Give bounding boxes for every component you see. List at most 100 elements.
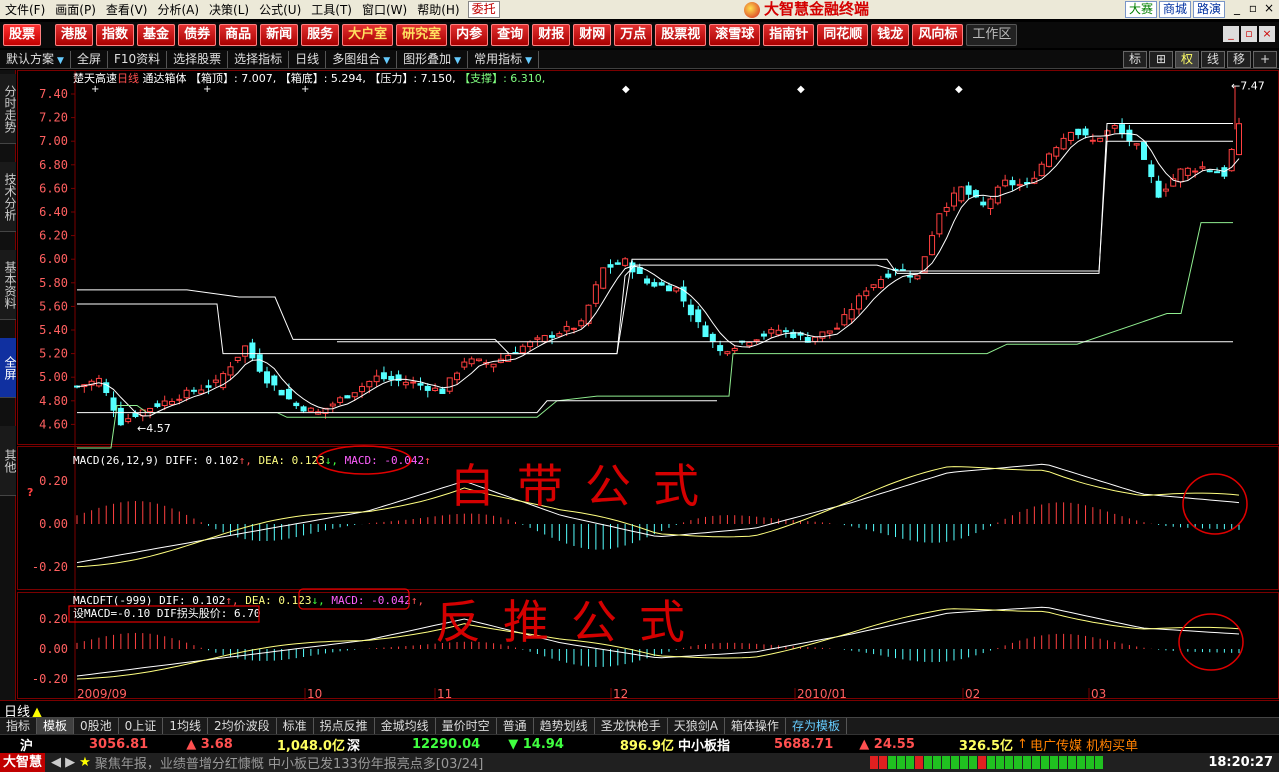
sme-label[interactable]: 中小板指	[678, 735, 730, 754]
toolbar-button-5[interactable]: 商品	[219, 24, 258, 46]
candle-body	[95, 377, 102, 387]
toolbar-button-4[interactable]: 债券	[178, 24, 217, 46]
bottom-tab-9[interactable]: 量价时空	[436, 718, 497, 734]
bottom-tab-14[interactable]: 箱体操作	[725, 718, 786, 734]
bottom-tab-0[interactable]: 指标	[0, 718, 38, 734]
bottom-tab-2[interactable]: 0股池	[74, 718, 119, 734]
toolbar-button-0[interactable]: 股票	[3, 24, 42, 46]
bottom-tab-6[interactable]: 标准	[277, 718, 314, 734]
top-link-0[interactable]: 大赛	[1124, 1, 1157, 18]
chart-area[interactable]: 7.40 7.20 7.00 6.80 6.60 6.40 6.20 6.00 5.80 5.60…	[17, 70, 1279, 700]
minimize-icon[interactable]: _	[1223, 26, 1239, 42]
signal-dot-icon: +	[91, 84, 99, 95]
left-tab-3[interactable]: 全屏	[0, 338, 17, 398]
subbar-right-button-0[interactable]: 标	[1123, 51, 1147, 68]
legend-value: : 7.007,	[234, 72, 276, 85]
bottom-tab-8[interactable]: 金城均线	[375, 718, 436, 734]
maximize-icon[interactable]: ▫	[1245, 1, 1261, 17]
sh-label[interactable]: 沪	[20, 735, 33, 754]
toolbar-button-16[interactable]: 滚雪球	[709, 24, 761, 46]
toolbar-button-15[interactable]: 股票视	[655, 24, 707, 46]
period-bar: 日线 ▲	[0, 700, 1279, 720]
candle-body	[950, 192, 957, 207]
subbar-right-button-3[interactable]: 线	[1201, 51, 1225, 68]
bottom-tab-11[interactable]: 趋势划线	[534, 718, 595, 734]
entrust-button[interactable]: 委托	[467, 1, 500, 18]
candle-body	[1126, 129, 1133, 142]
menu-item-4[interactable]: 决策(L)	[204, 1, 254, 18]
toolbar-button-6[interactable]: 新闻	[260, 24, 299, 46]
toolbar-button-8[interactable]: 大户室	[342, 24, 394, 46]
toolbar-button-11[interactable]: 查询	[491, 24, 530, 46]
toolbar-button-18[interactable]: 同花顺	[817, 24, 869, 46]
menu-item-2[interactable]: 查看(V)	[101, 1, 153, 18]
toolbar-button-2[interactable]: 指数	[96, 24, 135, 46]
candle-body	[154, 403, 161, 407]
left-tab-0[interactable]: 分时走势	[0, 74, 17, 144]
candle-body	[432, 387, 439, 391]
subbar-item-0[interactable]: 默认方案 ▼	[0, 50, 71, 68]
subbar-item-4[interactable]: 选择指标	[228, 50, 290, 68]
left-tab-1[interactable]: 技术分析	[0, 162, 17, 232]
sh-index: 3056.81	[89, 736, 149, 752]
kline-chart[interactable]: 7.40 7.20 7.00 6.80 6.60 6.40 6.20 6.00 5.80 5.60…	[17, 70, 1279, 700]
menu-right-links: 大赛 商城 路演	[1123, 1, 1225, 18]
toolbar-button-12[interactable]: 财报	[532, 24, 571, 46]
restore-icon[interactable]: ▫	[1241, 26, 1257, 42]
alert-text[interactable]: 电广传媒 机构买单	[1030, 735, 1138, 754]
menu-item-0[interactable]: 文件(F)	[0, 1, 50, 18]
subbar-right-button-2[interactable]: 权	[1175, 51, 1199, 68]
subbar-item-1[interactable]: 全屏	[71, 50, 108, 68]
toolbar-button-17[interactable]: 指南针	[763, 24, 815, 46]
bottom-tab-3[interactable]: 0上证	[119, 718, 164, 734]
bottom-tab-1[interactable]: 模板	[37, 718, 75, 734]
bottom-tab-12[interactable]: 圣龙快枪手	[595, 718, 668, 734]
subbar-item-5[interactable]: 日线	[289, 50, 327, 68]
menu-item-8[interactable]: 帮助(H)	[412, 1, 464, 18]
minimize-icon[interactable]: _	[1229, 1, 1245, 17]
close-icon[interactable]: ×	[1259, 26, 1275, 42]
subbar-right-button-4[interactable]: 移	[1227, 51, 1251, 68]
candle-body	[731, 347, 738, 352]
toolbar-button-19[interactable]: 钱龙	[871, 24, 910, 46]
subbar-item-7[interactable]: 图形叠加 ▼	[397, 50, 469, 68]
bottom-tab-4[interactable]: 1均线	[163, 718, 208, 734]
left-tab-2[interactable]: 基本资料	[0, 250, 17, 320]
top-link-1[interactable]: 商城	[1158, 1, 1191, 18]
subbar-item-6[interactable]: 多图组合 ▼	[326, 50, 398, 68]
menu-item-5[interactable]: 公式(U)	[254, 1, 306, 18]
nav-arrows-icon[interactable]: ◀ ▶	[51, 755, 75, 770]
bottom-tab-13[interactable]: 天狼剑A	[668, 718, 725, 734]
toolbar-button-21[interactable]: 工作区	[966, 24, 1018, 46]
subbar-item-3[interactable]: 选择股票	[167, 50, 229, 68]
status-logo[interactable]: 大智慧	[0, 753, 46, 772]
bottom-tab-5[interactable]: 2均价波段	[208, 718, 277, 734]
help-icon[interactable]: ?	[27, 486, 33, 499]
bottom-tab-15[interactable]: 存为模板	[786, 718, 847, 734]
toolbar-button-1[interactable]: 港股	[55, 24, 94, 46]
subbar-right-button-1[interactable]: ⊞	[1149, 51, 1173, 68]
close-icon[interactable]: ×	[1261, 1, 1277, 17]
macd-value-label: MACD:	[345, 454, 385, 467]
toolbar-button-13[interactable]: 财网	[573, 24, 612, 46]
left-tab-4[interactable]: 其他	[0, 426, 17, 496]
toolbar-button-9[interactable]: 研究室	[396, 24, 448, 46]
bottom-tab-7[interactable]: 拐点反推	[314, 718, 375, 734]
subbar-item-8[interactable]: 常用指标 ▼	[468, 50, 539, 68]
toolbar-button-14[interactable]: 万点	[614, 24, 653, 46]
menu-item-6[interactable]: 工具(T)	[306, 1, 357, 18]
top-link-2[interactable]: 路演	[1192, 1, 1225, 18]
news-ticker[interactable]: 聚焦年报，业绩普增分红慷慨 中小板已发133份年报亮点多[03/24]	[95, 753, 484, 772]
toolbar-button-20[interactable]: 风向标	[912, 24, 964, 46]
sz-label[interactable]: 深	[347, 735, 360, 754]
menu-item-7[interactable]: 窗口(W)	[357, 1, 412, 18]
menu-item-3[interactable]: 分析(A)	[152, 1, 204, 18]
toolbar-button-10[interactable]: 内参	[450, 24, 489, 46]
subbar-item-2[interactable]: F10资料	[108, 50, 168, 68]
subbar-right-button-5[interactable]: +	[1253, 51, 1277, 68]
menu-item-1[interactable]: 画面(P)	[50, 1, 101, 18]
toolbar-button-7[interactable]: 服务	[301, 24, 340, 46]
index-ticker: 沪 3056.81 ▲ 3.68 1,048.0亿 深 12290.04 ▼ 1…	[0, 734, 1279, 754]
toolbar-button-3[interactable]: 基金	[137, 24, 176, 46]
bottom-tab-10[interactable]: 普通	[497, 718, 534, 734]
